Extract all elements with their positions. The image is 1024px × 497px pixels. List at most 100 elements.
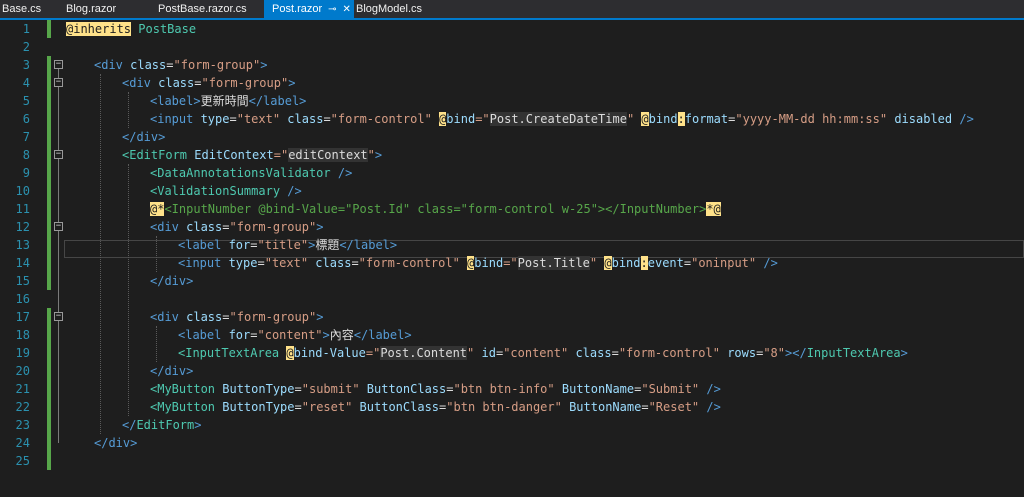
code-token: </label> xyxy=(353,328,412,342)
line-number: 23 xyxy=(15,418,30,432)
code-line[interactable]: @*<InputNumber @bind-Value="Post.Id" cla… xyxy=(150,200,721,218)
code-line[interactable]: </div> xyxy=(150,272,193,290)
code-token: > xyxy=(900,346,908,360)
code-line[interactable]: <label for="content">內容</label> xyxy=(178,326,412,344)
code-token: "text" xyxy=(236,112,281,126)
code-token: /> xyxy=(699,382,721,396)
code-token: > xyxy=(322,328,330,342)
code-token: <label xyxy=(150,94,194,108)
code-token: @ xyxy=(604,256,612,270)
code-token: "content" xyxy=(503,346,569,360)
code-line[interactable]: <input type="text" class="form-control" … xyxy=(178,254,778,272)
code-line[interactable]: <MyButton ButtonType="submit" ButtonClas… xyxy=(150,380,721,398)
code-token: : xyxy=(640,256,648,270)
tab-postbase-razor-cs[interactable]: PostBase.razor.cs xyxy=(150,0,255,18)
code-token: rows xyxy=(719,346,757,360)
collapse-icon[interactable]: − xyxy=(54,312,63,321)
code-token: type xyxy=(193,112,230,126)
line-number: 17 xyxy=(15,310,30,324)
code-token: = xyxy=(323,112,331,126)
code-line[interactable]: </EditForm> xyxy=(122,416,201,434)
code-token: class xyxy=(568,346,612,360)
collapse-icon[interactable]: − xyxy=(54,78,63,87)
code-token: class xyxy=(122,58,167,72)
code-token: </div> xyxy=(122,130,166,144)
code-token: <MyButton xyxy=(150,382,216,396)
code-token: = xyxy=(250,328,258,342)
line-number: 21 xyxy=(15,382,30,396)
line-number: 1 xyxy=(22,22,30,36)
code-token: Post.CreateDateTime xyxy=(489,112,627,126)
code-token: class xyxy=(150,76,195,90)
code-line[interactable]: </div> xyxy=(122,128,165,146)
code-token: <label xyxy=(178,238,222,252)
code-token: "content" xyxy=(257,328,323,342)
code-token: /> xyxy=(756,256,778,270)
code-line[interactable]: <div class="form-group"> xyxy=(122,74,295,92)
code-line[interactable]: <div class="form-group"> xyxy=(150,218,323,236)
code-line[interactable]: <EditForm EditContext="editContext"> xyxy=(122,146,382,164)
line-number: 15 xyxy=(15,274,30,288)
line-number: 22 xyxy=(15,400,30,414)
code-line[interactable]: <DataAnnotationsValidator /> xyxy=(150,164,352,182)
code-line[interactable]: <div class="form-group"> xyxy=(150,308,323,326)
code-token: /> xyxy=(330,166,353,180)
code-token: </div> xyxy=(94,436,138,450)
indent-guide xyxy=(128,92,129,128)
code-token: "text" xyxy=(264,256,309,270)
code-token: /> xyxy=(699,400,721,414)
code-token: ButtonClass xyxy=(352,400,440,414)
code-line[interactable]: <label for="title">標題</label> xyxy=(178,236,397,254)
code-token: *@ xyxy=(706,202,721,216)
code-token: = xyxy=(222,310,230,324)
change-margin-bar xyxy=(47,56,51,290)
code-line[interactable]: <label>更新時間</label> xyxy=(150,92,306,110)
tab-label: Post.razor xyxy=(272,3,323,15)
line-number: 7 xyxy=(22,130,30,144)
collapse-icon[interactable]: − xyxy=(54,222,63,231)
code-line[interactable]: @inherits PostBase xyxy=(66,20,196,38)
code-line[interactable]: <MyButton ButtonType="reset" ButtonClass… xyxy=(150,398,721,416)
code-line[interactable]: <input type="text" class="form-control" … xyxy=(150,110,974,128)
code-token: type xyxy=(221,256,258,270)
code-token: </label> xyxy=(339,238,398,252)
code-token: @ xyxy=(641,112,649,126)
tab-post-razor[interactable]: Post.razor ⊸ ✕ xyxy=(264,0,354,18)
code-token: : xyxy=(677,112,685,126)
line-number: 16 xyxy=(15,292,30,306)
pin-icon[interactable]: ⊸ xyxy=(328,1,336,19)
code-line[interactable]: </div> xyxy=(150,362,193,380)
code-token: class xyxy=(178,310,223,324)
code-token: bind xyxy=(611,256,641,270)
line-number: 5 xyxy=(22,94,30,108)
code-token: = xyxy=(250,238,258,252)
code-line[interactable]: <InputTextArea @bind-Value="Post.Content… xyxy=(178,344,908,362)
code-token: /> xyxy=(952,112,974,126)
code-token: <ValidationSummary xyxy=(150,184,281,198)
tab-blogmodel-cs[interactable]: BlogModel.cs xyxy=(348,0,430,18)
code-line[interactable]: <div class="form-group"> xyxy=(94,56,267,74)
code-token: = xyxy=(222,220,230,234)
indent-guide xyxy=(156,326,157,362)
tab-blog-razor[interactable]: Blog.razor xyxy=(58,0,124,18)
collapse-icon[interactable]: − xyxy=(54,60,63,69)
tab-base-cs[interactable]: Base.cs xyxy=(0,0,49,18)
code-line[interactable]: <ValidationSummary /> xyxy=(150,182,302,200)
code-token: > xyxy=(316,220,324,234)
code-token: ButtonType xyxy=(215,400,295,414)
line-number: 8 xyxy=(22,148,30,162)
code-token: bind xyxy=(648,112,678,126)
code-token: =" xyxy=(273,148,289,162)
code-line[interactable]: </div> xyxy=(94,434,137,452)
code-token: <div xyxy=(150,310,179,324)
code-token: "form-group" xyxy=(229,220,317,234)
fold-line xyxy=(58,159,59,425)
code-token: format xyxy=(684,112,729,126)
code-token: "Submit" xyxy=(641,382,700,396)
code-token: InputTextArea xyxy=(806,346,901,360)
collapse-icon[interactable]: − xyxy=(54,150,63,159)
code-token: EditForm xyxy=(136,418,195,432)
line-number: 20 xyxy=(15,364,30,378)
code-token: PostBase xyxy=(138,22,197,36)
code-token: /> xyxy=(280,184,302,198)
